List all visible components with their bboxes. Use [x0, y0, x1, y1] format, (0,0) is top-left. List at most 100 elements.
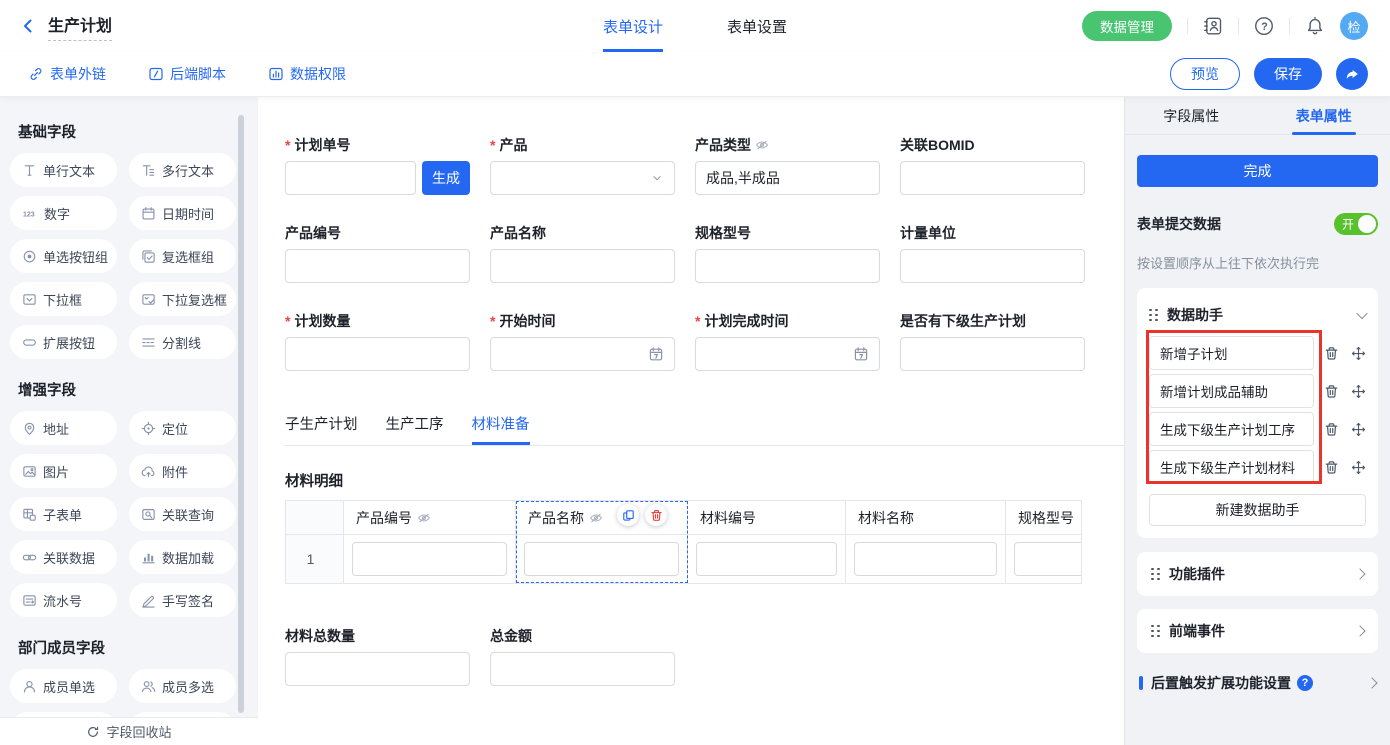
- field-pill-address[interactable]: 地址: [10, 411, 117, 445]
- assistant-item-button[interactable]: 生成下级生产计划材料: [1149, 450, 1314, 484]
- field-pill-location[interactable]: 定位: [129, 411, 236, 445]
- field-product-type[interactable]: 产品类型 成品,半成品: [695, 135, 880, 195]
- data-assistant-header[interactable]: 数据助手: [1149, 298, 1366, 332]
- column-header-material-name[interactable]: 材料名称: [846, 501, 1006, 535]
- field-product[interactable]: *产品: [490, 135, 675, 195]
- field-plan-no[interactable]: *计划单号 生成: [285, 135, 470, 195]
- cell-input-material-name[interactable]: [854, 542, 997, 576]
- chevron-right-icon[interactable]: [1366, 677, 1377, 688]
- plan-no-input[interactable]: [285, 161, 416, 195]
- field-has-sub-plan[interactable]: 是否有下级生产计划: [900, 311, 1085, 371]
- field-pill-linked-query[interactable]: 关联查询: [129, 497, 236, 531]
- chevron-right-icon[interactable]: [1354, 568, 1365, 579]
- post-trigger-settings[interactable]: 后置触发扩展功能设置 ?: [1137, 673, 1378, 693]
- tab-material-preparation[interactable]: 材料准备: [472, 413, 530, 445]
- data-manage-button[interactable]: 数据管理: [1082, 11, 1172, 41]
- form-external-link[interactable]: 表单外链: [28, 64, 106, 84]
- contacts-icon[interactable]: [1203, 16, 1223, 36]
- field-plan-qty[interactable]: *计划数量: [285, 311, 470, 371]
- done-button[interactable]: 完成: [1137, 155, 1378, 187]
- field-finish-time[interactable]: *计划完成时间: [695, 311, 880, 371]
- move-icon[interactable]: [1351, 384, 1366, 399]
- delete-icon[interactable]: [1324, 384, 1339, 399]
- drag-handle-icon[interactable]: [1151, 625, 1160, 638]
- field-pill-select[interactable]: 下拉框: [10, 282, 117, 316]
- field-pill-subform[interactable]: 子表单: [10, 497, 117, 531]
- spec-model-input[interactable]: [695, 249, 880, 283]
- cell-input-material-code[interactable]: [696, 542, 837, 576]
- plan-qty-input[interactable]: [285, 337, 470, 371]
- save-button[interactable]: 保存: [1254, 58, 1322, 90]
- assistant-item-button[interactable]: 新增计划成品辅助: [1149, 374, 1314, 408]
- drag-handle-icon[interactable]: [1149, 309, 1158, 322]
- preview-button[interactable]: 预览: [1170, 58, 1240, 90]
- field-pill-linked-data[interactable]: 关联数据: [10, 540, 117, 574]
- create-assistant-button[interactable]: 新建数据助手: [1149, 494, 1366, 526]
- frontend-event-card[interactable]: 前端事件: [1137, 609, 1378, 653]
- field-pill-member-single[interactable]: 成员单选: [10, 669, 117, 703]
- tab-production-process[interactable]: 生产工序: [386, 413, 444, 445]
- chevron-down-icon[interactable]: [1356, 308, 1367, 319]
- product-select[interactable]: [490, 161, 675, 195]
- tab-sub-production-plan[interactable]: 子生产计划: [285, 413, 358, 445]
- has-sub-plan-input[interactable]: [900, 337, 1085, 371]
- field-pill-single-line-text[interactable]: 单行文本: [10, 153, 117, 187]
- move-icon[interactable]: [1351, 422, 1366, 437]
- field-pill-serial-number[interactable]: 流水号: [10, 583, 117, 617]
- unit-input[interactable]: [900, 249, 1085, 283]
- chevron-right-icon[interactable]: [1354, 625, 1365, 636]
- cell-input-product-name[interactable]: [524, 542, 679, 576]
- field-pill-multi-line-text[interactable]: 多行文本: [129, 153, 236, 187]
- field-bom-id[interactable]: 关联BOMID: [900, 135, 1085, 195]
- field-pill-signature[interactable]: 手写签名: [129, 583, 236, 617]
- product-type-input[interactable]: 成品,半成品: [695, 161, 880, 195]
- help-icon[interactable]: ?: [1254, 16, 1274, 36]
- assistant-item-button[interactable]: 新增子计划: [1149, 336, 1314, 370]
- delete-column-button[interactable]: [645, 504, 667, 526]
- field-pill-extend-button[interactable]: 扩展按钮: [10, 325, 117, 359]
- tab-form-properties[interactable]: 表单属性: [1258, 97, 1390, 134]
- field-pill-number[interactable]: 123数字: [10, 196, 117, 230]
- product-name-input[interactable]: [490, 249, 675, 283]
- drag-handle-icon[interactable]: [1151, 568, 1160, 581]
- field-pill-data-load[interactable]: 数据加载: [129, 540, 236, 574]
- field-start-time[interactable]: *开始时间: [490, 311, 675, 371]
- plugin-section-card[interactable]: 功能插件: [1137, 552, 1378, 596]
- field-pill-multi-select[interactable]: 下拉复选框: [129, 282, 236, 316]
- column-header-material-code[interactable]: 材料编号: [688, 501, 846, 535]
- delete-icon[interactable]: [1324, 460, 1339, 475]
- field-pill-attachment[interactable]: 附件: [129, 454, 236, 488]
- move-icon[interactable]: [1351, 460, 1366, 475]
- column-header-product-code[interactable]: 产品编号: [344, 501, 516, 535]
- notification-bell-icon[interactable]: [1305, 16, 1325, 36]
- total-amount-input[interactable]: [490, 652, 675, 686]
- bom-id-input[interactable]: [900, 161, 1085, 195]
- tab-form-design[interactable]: 表单设计: [603, 0, 663, 52]
- generate-button[interactable]: 生成: [422, 161, 470, 195]
- data-permission-link[interactable]: 数据权限: [268, 64, 346, 84]
- field-pill-member-multi[interactable]: 成员多选: [129, 669, 236, 703]
- field-total-amount[interactable]: 总金额: [490, 626, 675, 686]
- start-time-input[interactable]: [490, 337, 675, 371]
- sidebar-scrollbar[interactable]: [238, 115, 244, 713]
- column-header-spec-model[interactable]: 规格型号: [1006, 501, 1082, 535]
- field-pill-radio-group[interactable]: 单选按钮组: [10, 239, 117, 273]
- field-pill-checkbox-group[interactable]: 复选框组: [129, 239, 236, 273]
- product-code-input[interactable]: [285, 249, 470, 283]
- total-qty-input[interactable]: [285, 652, 470, 686]
- move-icon[interactable]: [1351, 346, 1366, 361]
- field-spec-model[interactable]: 规格型号: [695, 223, 880, 283]
- field-pill-image[interactable]: 图片: [10, 454, 117, 488]
- submit-data-toggle[interactable]: 开: [1334, 213, 1378, 235]
- field-product-code[interactable]: 产品编号: [285, 223, 470, 283]
- cell-input-product-code[interactable]: [352, 542, 507, 576]
- tab-form-settings[interactable]: 表单设置: [727, 0, 787, 52]
- delete-icon[interactable]: [1324, 346, 1339, 361]
- backend-script-link[interactable]: 后端脚本: [148, 64, 226, 84]
- cell-input-spec-model[interactable]: [1014, 542, 1082, 576]
- delete-icon[interactable]: [1324, 422, 1339, 437]
- field-product-name[interactable]: 产品名称: [490, 223, 675, 283]
- share-button[interactable]: [1336, 58, 1368, 90]
- user-avatar[interactable]: 检: [1340, 12, 1368, 40]
- back-icon[interactable]: [20, 18, 36, 34]
